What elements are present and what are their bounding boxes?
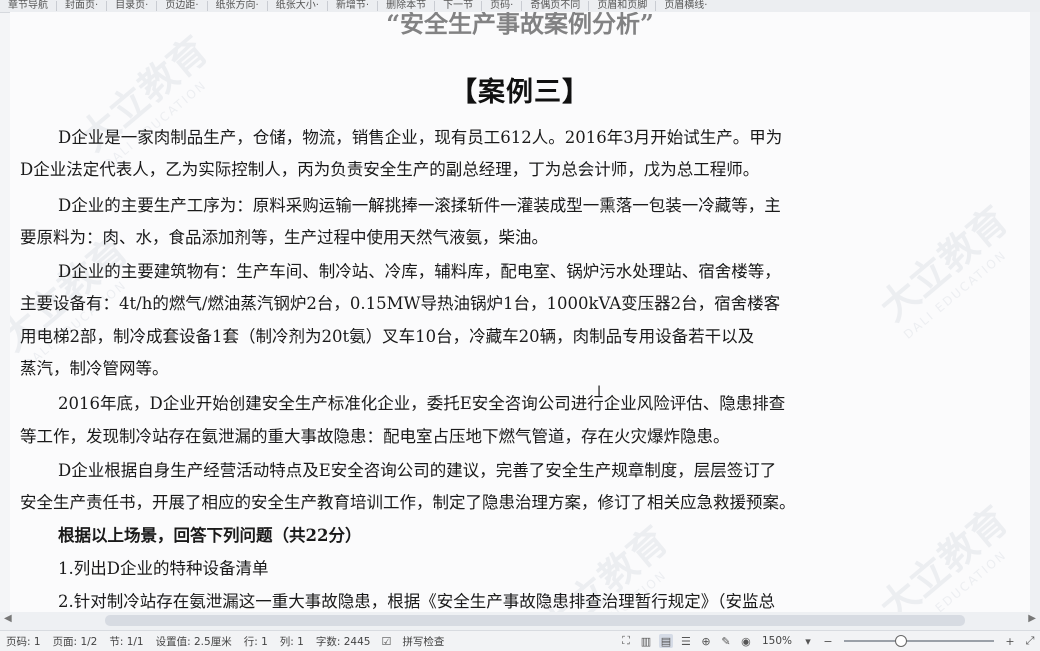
paragraph-line: D企业是一家肉制品生产，仓储，物流，销售企业，现有员工612人。2016年3月开… xyxy=(58,128,783,147)
spellcheck-label[interactable]: 拼写检查 xyxy=(396,634,450,649)
status-setting: 设置值: 2.5厘米 xyxy=(155,635,232,648)
vertical-scrollbar[interactable] xyxy=(1030,12,1040,612)
zoom-slider-thumb[interactable] xyxy=(895,635,907,647)
case-title: 【案例三】 xyxy=(450,77,590,108)
toolbar-item[interactable]: 页眉横线· xyxy=(656,0,715,12)
paragraph-line: 等工作，发现制冷站存在氨泄漏的重大事故隐患：配电室占压地下燃气管道，存在火灾爆炸… xyxy=(20,427,730,446)
previous-heading: “安全生产事故案例分析” xyxy=(386,12,654,38)
zoom-in-icon[interactable]: + xyxy=(1003,634,1017,648)
status-row: 行: 1 xyxy=(243,635,268,648)
zoom-dropdown-icon[interactable]: ▾ xyxy=(801,634,815,648)
status-bar: 页码: 1 页面: 1/2 节: 1/1 设置值: 2.5厘米 行: 1 列: … xyxy=(0,630,1040,651)
web-view-icon[interactable]: ⊕ xyxy=(699,634,713,648)
zoom-out-icon[interactable]: − xyxy=(821,634,835,648)
scroll-right-icon[interactable]: ▶ xyxy=(1028,613,1036,624)
toolbar-item[interactable]: 纸张方向· xyxy=(208,0,267,12)
horizontal-scrollbar[interactable]: ◀ ▶ xyxy=(0,612,1040,630)
question-item: 1.列出D企业的特种设备清单 xyxy=(58,559,269,578)
watermark: 大立教育DALI EDUCATION xyxy=(871,498,1017,612)
status-col: 列: 1 xyxy=(279,635,304,648)
paragraph-line: D企业的主要建筑物有：生产车间、制冷站、冷库，辅料库，配电室、锅炉污水处理站、宿… xyxy=(58,262,781,281)
question-item: 2.针对制冷站存在氨泄漏这一重大事故隐患，根据《安全生产事故隐患排查治理暂行规定… xyxy=(58,592,775,611)
status-word-count[interactable]: 字数: 2445 xyxy=(310,634,377,649)
status-page[interactable]: 页面: 1/2 xyxy=(47,634,104,649)
paragraph-line: 安全生产责任书，开展了相应的安全生产教育培训工作，制定了隐患治理方案，修订了相关… xyxy=(20,493,796,512)
toolbar-item[interactable]: 纸张大小· xyxy=(268,0,327,12)
watermark: 大立教育DALI EDUCATION xyxy=(871,198,1017,342)
paragraph-line: D企业的主要生产工序为：原料采购运输一解挑捧一滚揉斩件一灌装成型一熏落一包装一冷… xyxy=(58,196,781,215)
paragraph-line: 蒸汽，制冷管网等。 xyxy=(20,359,169,378)
text-cursor-icon: Ⅰ xyxy=(597,384,602,400)
toolbar-item[interactable]: 删除本节 xyxy=(378,0,434,12)
status-page-code[interactable]: 页码: 1 xyxy=(0,634,47,649)
toolbar-item[interactable]: 奇偶页不同 xyxy=(522,0,588,12)
toolbar-item[interactable]: 封面页· xyxy=(57,0,106,12)
paragraph-line: 主要设备有：4t/h的燃气/燃油蒸汽钢炉2台，0.15MW导热油锅炉1台，100… xyxy=(20,294,781,313)
toolbar-item[interactable]: 目录页· xyxy=(107,0,156,12)
paragraph-line: D企业法定代表人，乙为实际控制人，丙为负责安全生产的副总经理，丁为总会计师，戊为… xyxy=(20,160,760,179)
zoom-slider[interactable] xyxy=(844,635,994,647)
fit-page-icon[interactable]: ⤢ xyxy=(1023,634,1037,648)
paragraph-line: 要原料为：肉、水，食品添加剂等，生产过程中使用天然气液氨，柴油。 xyxy=(20,228,548,247)
spellcheck-icon[interactable]: ☑ xyxy=(379,634,393,648)
toolbar-item[interactable]: 页眉和页脚 xyxy=(589,0,655,12)
read-mode-icon[interactable]: ▥ xyxy=(639,634,653,648)
scroll-left-icon[interactable]: ◀ xyxy=(4,613,12,624)
write-mode-icon[interactable]: ✎ xyxy=(719,634,733,648)
page-view-icon[interactable]: ▤ xyxy=(658,634,673,648)
paragraph-line: 用电梯2部，制冷成套设备1套（制冷剂为20t氨）叉车10台，冷藏车20辆，肉制品… xyxy=(20,327,755,346)
paragraph-line: 2016年底，D企业开始创建安全生产标准化企业，委托E安全咨询公司进行企业风险评… xyxy=(58,394,786,413)
scroll-thumb[interactable] xyxy=(105,615,965,626)
zoom-level[interactable]: 150% xyxy=(756,635,798,647)
toolbar-item[interactable]: 新增节· xyxy=(328,0,377,12)
outline-view-icon[interactable]: ☰ xyxy=(679,634,693,648)
toolbar-item[interactable]: 页边距· xyxy=(157,0,206,12)
toolbar-item[interactable]: 页码· xyxy=(482,0,521,12)
eye-protection-icon[interactable]: ◉ xyxy=(739,634,753,648)
status-section: 节: 1/1 xyxy=(109,635,144,648)
paragraph-line: D企业根据自身生产经营活动特点及E安全咨询公司的建议，完善了安全生产规章制度，层… xyxy=(58,461,777,480)
toolbar-item[interactable]: 章节导航 xyxy=(0,0,56,12)
document-page[interactable]: 大立教育 DALI EDUCATION 大立教育 DALI EDUCATION 大立… xyxy=(10,12,1030,612)
question-heading: 根据以上场景，回答下列问题（共22分） xyxy=(58,526,362,545)
fullscreen-icon[interactable]: ⛶ xyxy=(619,634,633,648)
toolbar-item[interactable]: 下一节 xyxy=(435,0,481,12)
